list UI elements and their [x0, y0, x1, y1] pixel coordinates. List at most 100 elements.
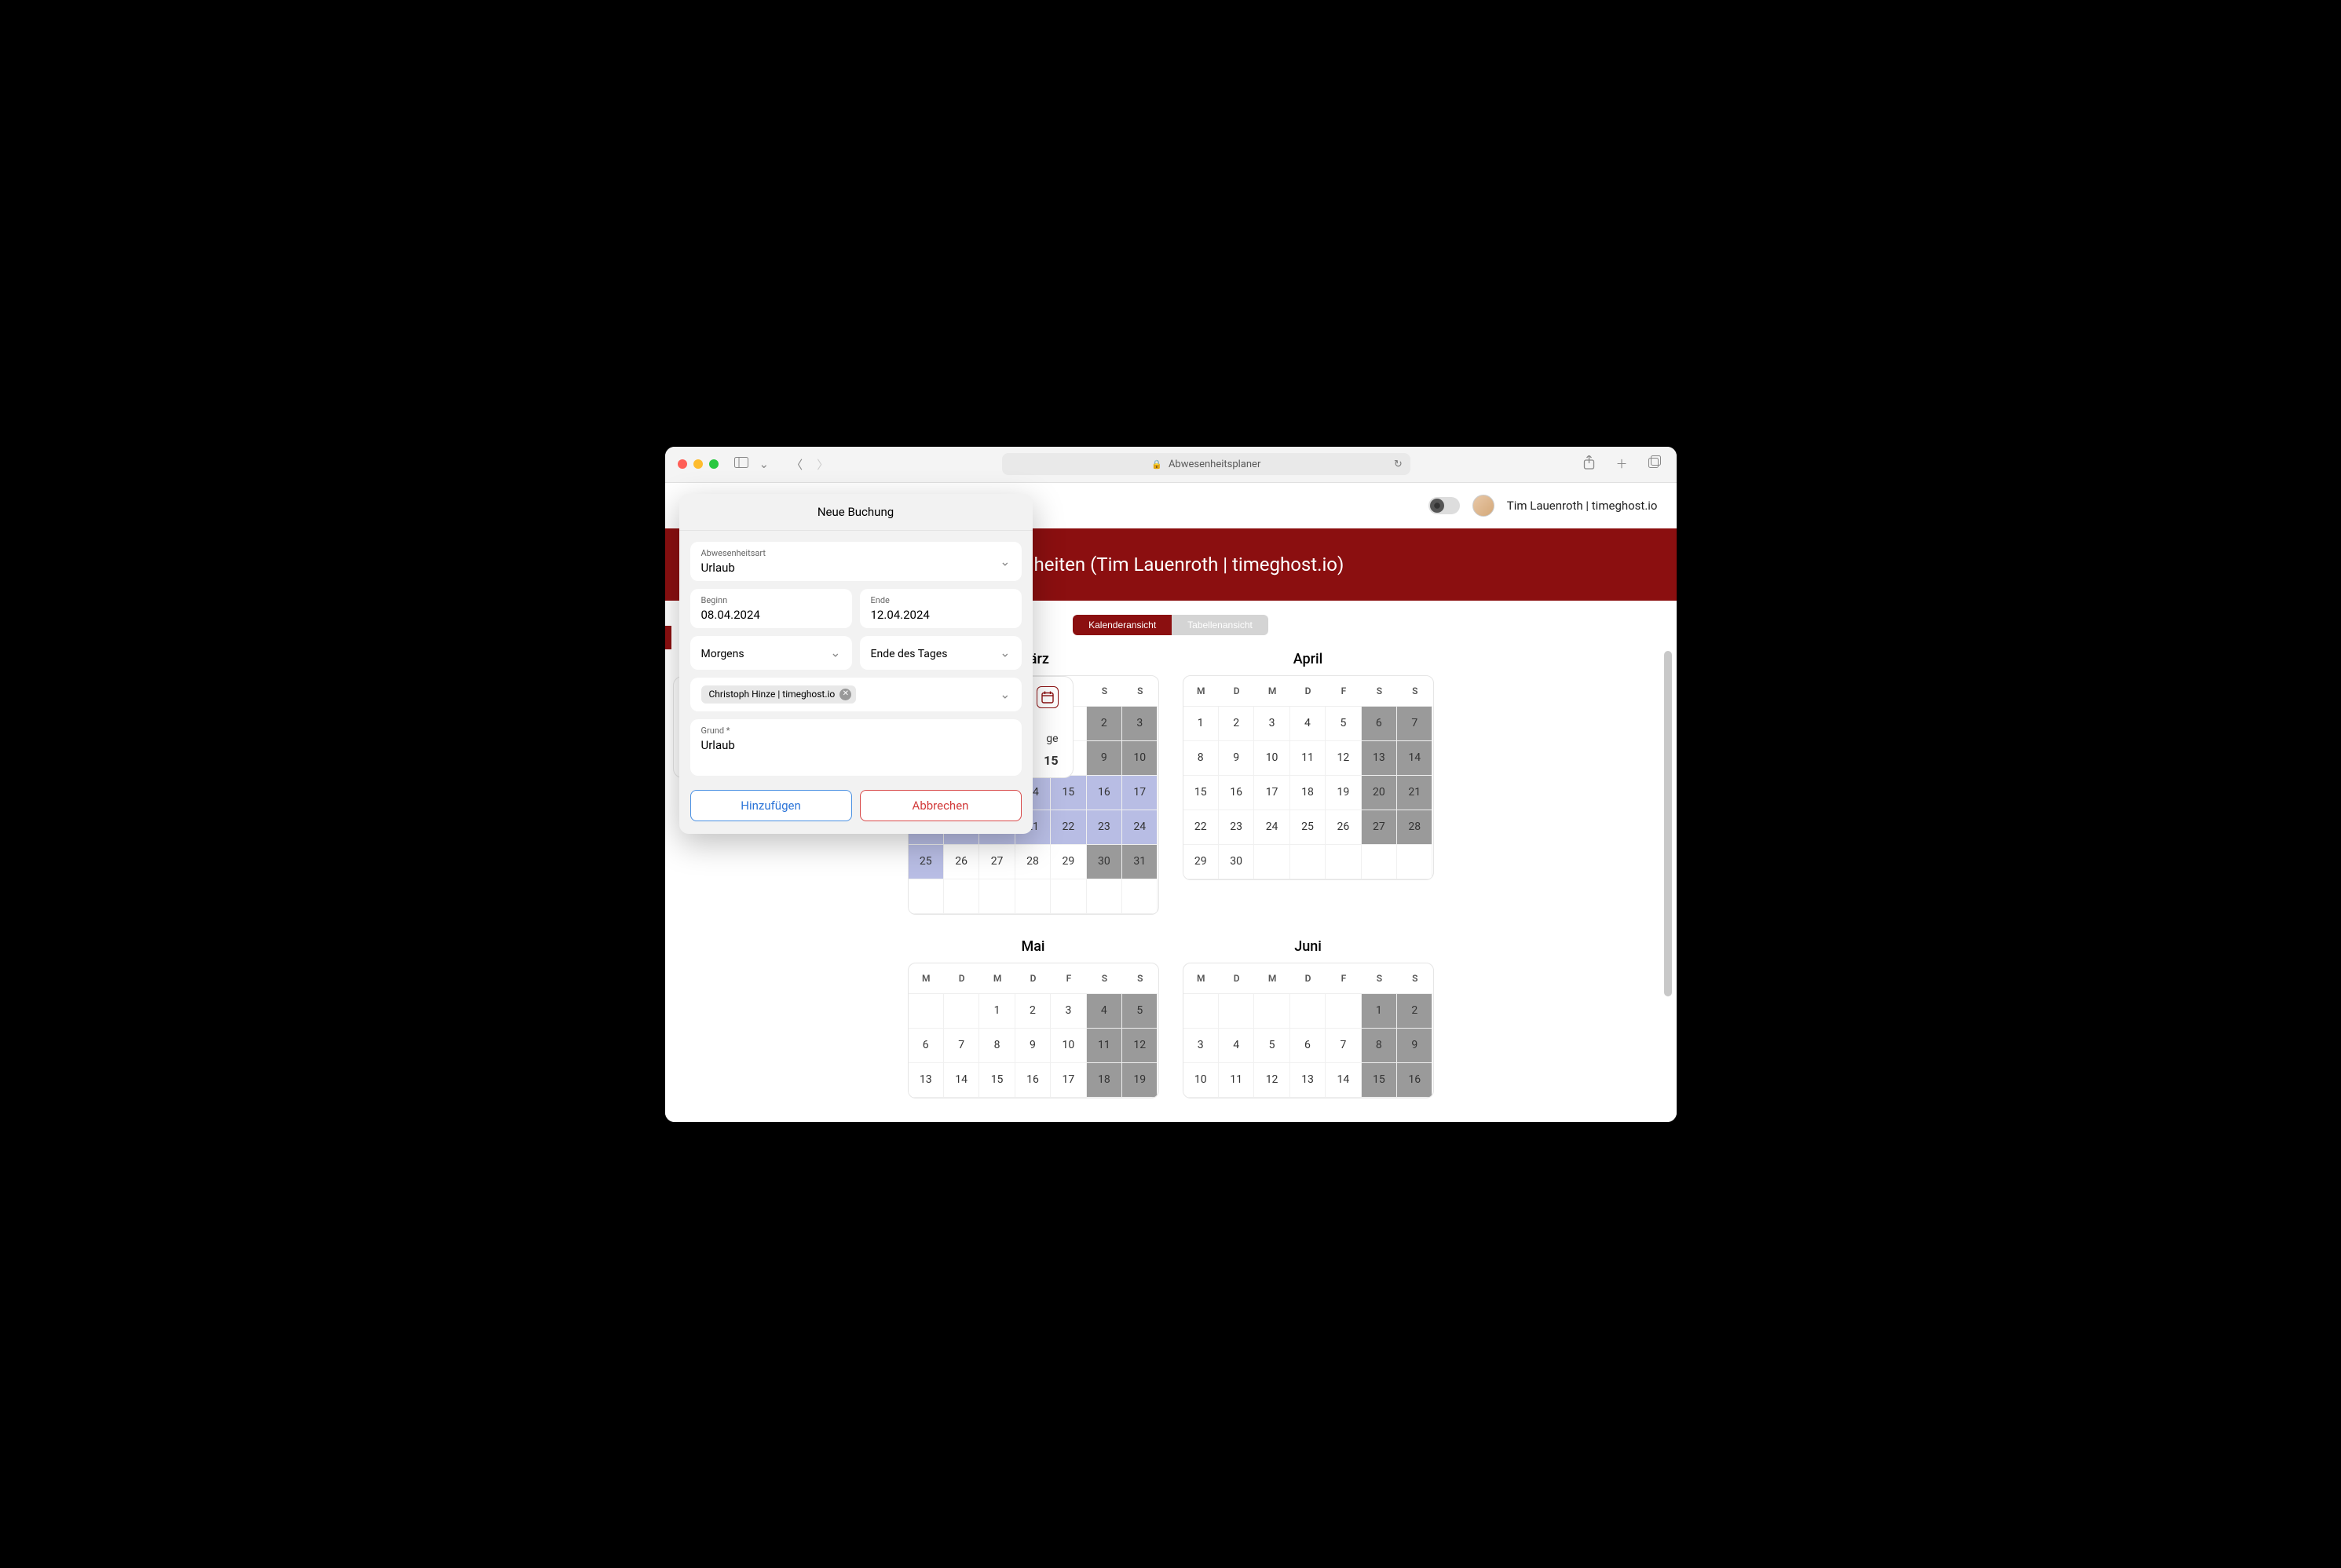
calendar-day[interactable]: 3	[1254, 707, 1289, 741]
calendar-day[interactable]: 15	[1183, 776, 1219, 810]
add-button[interactable]: Hinzufügen	[690, 790, 852, 821]
calendar-day[interactable]: 8	[1183, 741, 1219, 776]
minimize-window-button[interactable]	[693, 459, 703, 469]
calendar-day[interactable]: 16	[1219, 776, 1254, 810]
calendar-day[interactable]: 23	[1219, 810, 1254, 845]
calendar-day[interactable]: 8	[979, 1029, 1015, 1063]
calendar-day[interactable]: 9	[1087, 741, 1122, 776]
calendar-day[interactable]: 11	[1087, 1029, 1122, 1063]
calendar-day[interactable]: 12	[1122, 1029, 1158, 1063]
calendar-day[interactable]: 9	[1219, 741, 1254, 776]
calendar-day[interactable]: 11	[1290, 741, 1326, 776]
calendar-day[interactable]: 7	[944, 1029, 979, 1063]
reason-field[interactable]: Grund * Urlaub	[690, 719, 1022, 776]
calendar-day[interactable]: 16	[1015, 1063, 1051, 1098]
address-bar[interactable]: 🔒 Abwesenheitsplaner ↻	[1002, 453, 1410, 475]
calendar-day[interactable]: 14	[1326, 1063, 1361, 1098]
chevron-down-icon[interactable]: ⌄	[756, 455, 773, 473]
calendar-day[interactable]: 4	[1219, 1029, 1254, 1063]
calendar-day[interactable]: 1	[1362, 994, 1397, 1029]
calendar-day[interactable]: 6	[1290, 1029, 1326, 1063]
calendar-day[interactable]: 2	[1015, 994, 1051, 1029]
calendar-day[interactable]: 25	[1290, 810, 1326, 845]
calendar-day[interactable]: 20	[1362, 776, 1397, 810]
calendar-day[interactable]: 2	[1087, 707, 1122, 741]
calendar-day[interactable]: 5	[1254, 1029, 1289, 1063]
calendar-day[interactable]: 2	[1219, 707, 1254, 741]
begin-time-select[interactable]: Morgens ⌄	[690, 636, 852, 670]
calendar-day[interactable]: 17	[1051, 1063, 1086, 1098]
calendar-day[interactable]: 3	[1122, 707, 1158, 741]
theme-toggle[interactable]	[1428, 497, 1460, 514]
calendar-day[interactable]: 10	[1051, 1029, 1086, 1063]
calendar-day[interactable]: 28	[1015, 845, 1051, 879]
calendar-day[interactable]: 12	[1326, 741, 1361, 776]
share-icon[interactable]	[1580, 454, 1598, 474]
calendar-icon[interactable]	[1037, 686, 1059, 708]
calendar-day[interactable]: 24	[1122, 810, 1158, 845]
maximize-window-button[interactable]	[709, 459, 719, 469]
calendar-day[interactable]: 17	[1254, 776, 1289, 810]
calendar-day[interactable]: 18	[1290, 776, 1326, 810]
calendar-day[interactable]: 26	[944, 845, 979, 879]
calendar-day[interactable]: 5	[1326, 707, 1361, 741]
calendar-day[interactable]: 2	[1397, 994, 1432, 1029]
calendar-day[interactable]: 25	[909, 845, 944, 879]
calendar-day[interactable]: 10	[1254, 741, 1289, 776]
cancel-button[interactable]: Abbrechen	[860, 790, 1022, 821]
sidebar-icon[interactable]	[731, 455, 752, 473]
calendar-day[interactable]: 7	[1397, 707, 1432, 741]
calendar-day[interactable]: 18	[1087, 1063, 1122, 1098]
tabs-icon[interactable]	[1645, 454, 1664, 474]
close-window-button[interactable]	[678, 459, 687, 469]
calendar-day[interactable]: 27	[1362, 810, 1397, 845]
calendar-day[interactable]: 23	[1087, 810, 1122, 845]
calendar-day[interactable]: 11	[1219, 1063, 1254, 1098]
reload-icon[interactable]: ↻	[1394, 459, 1403, 470]
calendar-day[interactable]: 30	[1219, 845, 1254, 879]
calendar-day[interactable]: 15	[1362, 1063, 1397, 1098]
forward-button[interactable]: 〉	[814, 455, 832, 474]
calendar-day[interactable]: 1	[979, 994, 1015, 1029]
end-time-select[interactable]: Ende des Tages ⌄	[860, 636, 1022, 670]
calendar-day[interactable]: 29	[1051, 845, 1086, 879]
calendar-day[interactable]: 19	[1122, 1063, 1158, 1098]
calendar-day[interactable]: 10	[1122, 741, 1158, 776]
person-select[interactable]: Christoph Hinze | timeghost.io ✕ ⌄	[690, 678, 1022, 711]
calendar-day[interactable]: 4	[1087, 994, 1122, 1029]
back-button[interactable]: 〈	[788, 455, 806, 474]
calendar-day[interactable]: 15	[979, 1063, 1015, 1098]
calendar-day[interactable]: 31	[1122, 845, 1158, 879]
calendar-day[interactable]: 28	[1397, 810, 1432, 845]
calendar-day[interactable]: 13	[1362, 741, 1397, 776]
absence-type-select[interactable]: Abwesenheitsart Urlaub ⌄	[690, 542, 1022, 581]
calendar-day[interactable]: 16	[1397, 1063, 1432, 1098]
calendar-day[interactable]: 26	[1326, 810, 1361, 845]
calendar-day[interactable]: 5	[1122, 994, 1158, 1029]
calendar-day[interactable]: 17	[1122, 776, 1158, 810]
calendar-day[interactable]: 15	[1051, 776, 1086, 810]
calendar-day[interactable]: 22	[1051, 810, 1086, 845]
calendar-day[interactable]: 13	[1290, 1063, 1326, 1098]
calendar-day[interactable]: 9	[1397, 1029, 1432, 1063]
calendar-day[interactable]: 10	[1183, 1063, 1219, 1098]
calendar-day[interactable]: 27	[979, 845, 1015, 879]
begin-date-field[interactable]: Beginn 08.04.2024	[690, 589, 852, 628]
calendar-day[interactable]: 6	[1362, 707, 1397, 741]
chip-remove-icon[interactable]: ✕	[839, 689, 851, 700]
calendar-day[interactable]: 30	[1087, 845, 1122, 879]
end-date-field[interactable]: Ende 12.04.2024	[860, 589, 1022, 628]
calendar-day[interactable]: 14	[944, 1063, 979, 1098]
tab-table-view[interactable]: Tabellenansicht	[1172, 615, 1268, 635]
calendar-day[interactable]: 16	[1087, 776, 1122, 810]
scrollbar[interactable]	[1662, 651, 1673, 1114]
calendar-day[interactable]: 19	[1326, 776, 1361, 810]
calendar-day[interactable]: 13	[909, 1063, 944, 1098]
avatar[interactable]	[1472, 495, 1494, 517]
calendar-day[interactable]: 4	[1290, 707, 1326, 741]
calendar-day[interactable]: 3	[1051, 994, 1086, 1029]
scrollbar-thumb[interactable]	[1664, 651, 1672, 996]
calendar-day[interactable]: 29	[1183, 845, 1219, 879]
new-tab-icon[interactable]: ＋	[1612, 454, 1630, 474]
calendar-day[interactable]: 22	[1183, 810, 1219, 845]
